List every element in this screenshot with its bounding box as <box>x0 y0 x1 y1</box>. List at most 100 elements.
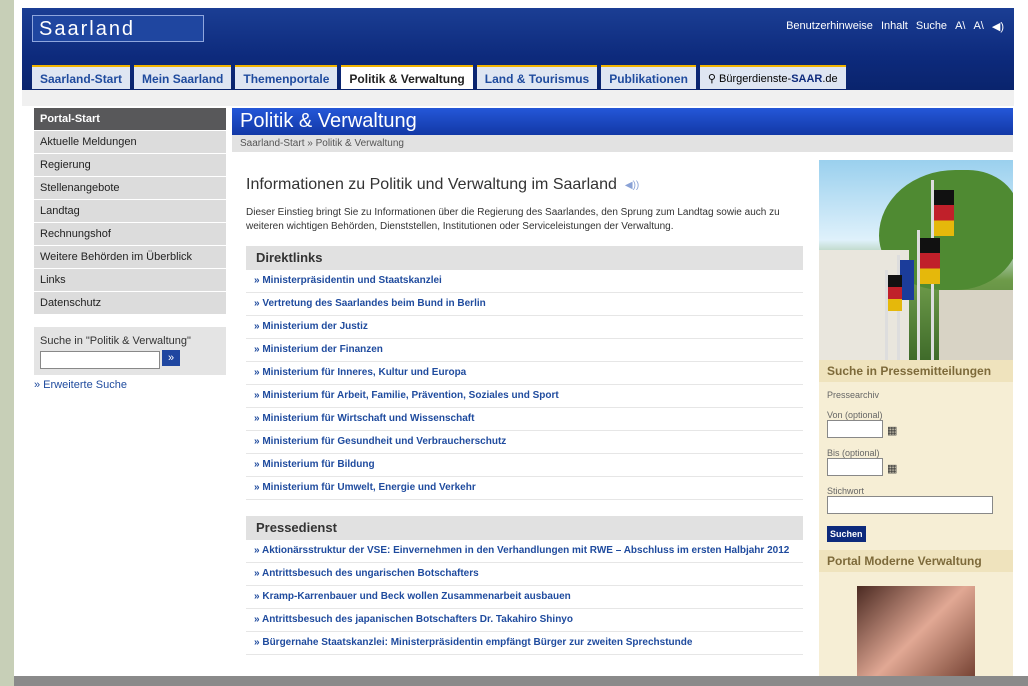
list-item[interactable]: » Ministerium für Inneres, Kultur und Eu… <box>246 362 803 385</box>
service-suffix: .de <box>822 73 838 85</box>
direktlinks-list: » Ministerpräsidentin und Staatskanzlei … <box>246 270 803 500</box>
portal-moderne-verwaltung-heading[interactable]: Portal Moderne Verwaltung <box>819 550 1013 572</box>
flag-germany <box>920 238 940 284</box>
sidebar-item-weitere-behoerden[interactable]: Weitere Behörden im Überblick <box>34 246 226 269</box>
flag-eu <box>900 260 914 300</box>
tab-publikationen[interactable]: Publikationen <box>601 65 696 89</box>
press-search-heading: Suche in Pressemitteilungen <box>819 360 1013 382</box>
photo-building-right <box>939 290 1013 360</box>
direktlinks-heading: Direktlinks <box>246 246 803 270</box>
link-arrow-icon: » <box>254 545 262 556</box>
list-item[interactable]: » Ministerium für Gesundheit und Verbrau… <box>246 431 803 454</box>
main-area: Politik & Verwaltung Saarland-Start » Po… <box>232 108 1013 686</box>
tab-land-tourismus[interactable]: Land & Tourismus <box>476 65 598 89</box>
tab-saarland-start[interactable]: Saarland-Start <box>32 65 131 89</box>
calendar-icon[interactable]: ▦ <box>887 424 897 437</box>
util-benutzerhinweise[interactable]: Benutzerhinweise <box>786 20 873 33</box>
press-archive-label: Pressearchiv <box>827 390 880 400</box>
sidebar-search-label: Suche in "Politik & Verwaltung" <box>40 335 191 347</box>
left-sidebar: Portal-Start Aktuelle Meldungen Regierun… <box>34 108 226 391</box>
from-label: Von (optional) <box>827 410 883 420</box>
link-text: Kramp-Karrenbauer und Beck wollen Zusamm… <box>262 591 571 602</box>
site-logo[interactable]: Saarland <box>32 15 204 42</box>
to-date-input[interactable] <box>827 458 883 476</box>
list-item[interactable]: » Ministerium für Wirtschaft und Wissens… <box>246 408 803 431</box>
list-item[interactable]: » Ministerium der Finanzen <box>246 339 803 362</box>
link-arrow-icon: » <box>254 614 262 625</box>
main-tabs: Saarland-Start Mein Saarland Themenporta… <box>32 65 846 89</box>
tab-politik-verwaltung[interactable]: Politik & Verwaltung <box>341 65 473 89</box>
list-item[interactable]: » Ministerpräsidentin und Staatskanzlei <box>246 270 803 293</box>
calendar-icon[interactable]: ▦ <box>887 462 897 475</box>
keyword-label: Stichwort <box>827 486 865 496</box>
content-heading-text: Informationen zu Politik und Verwaltung … <box>246 176 617 193</box>
press-search-form: Pressearchiv Von (optional) ▦ Bis (optio… <box>819 382 1013 550</box>
list-item[interactable]: » Kramp-Karrenbauer und Beck wollen Zusa… <box>246 586 803 609</box>
sidebar-search: Suche in "Politik & Verwaltung" » <box>34 327 226 375</box>
tab-themenportale[interactable]: Themenportale <box>235 65 338 89</box>
breadcrumb[interactable]: Saarland-Start » Politik & Verwaltung <box>232 135 1013 152</box>
sidebar-item-stellenangebote[interactable]: Stellenangebote <box>34 177 226 200</box>
from-date-input[interactable] <box>827 420 883 438</box>
sidebar-item-portal-start[interactable]: Portal-Start <box>34 108 226 131</box>
list-item[interactable]: » Antrittsbesuch des ungarischen Botscha… <box>246 563 803 586</box>
keyword-input[interactable] <box>827 496 993 514</box>
tab-buergerdienste[interactable]: ⚲ Bürgerdienste-SAAR.de <box>699 65 846 89</box>
link-text: Ministerium der Finanzen <box>262 344 383 355</box>
util-suche[interactable]: Suche <box>916 20 947 33</box>
flag-germany <box>934 190 954 236</box>
link-text: Ministerium für Bildung <box>262 459 375 470</box>
advanced-search-link[interactable]: » Erweiterte Suche <box>34 379 226 391</box>
sidebar-search-button[interactable]: » <box>162 350 180 366</box>
to-field: Bis (optional) ▦ <box>827 448 1005 476</box>
utility-links: Benutzerhinweise Inhalt Suche A\ A\ ◀) <box>786 20 1004 33</box>
link-text: Aktionärsstruktur der VSE: Einvernehmen … <box>261 545 790 556</box>
speaker-icon[interactable]: ◀) <box>992 20 1004 33</box>
sidebar-item-datenschutz[interactable]: Datenschutz <box>34 292 226 315</box>
content-column: Informationen zu Politik und Verwaltung … <box>232 160 817 665</box>
content-heading: Informationen zu Politik und Verwaltung … <box>246 176 803 194</box>
list-item[interactable]: » Antrittsbesuch des japanischen Botscha… <box>246 609 803 632</box>
sidebar-search-input[interactable] <box>40 351 160 369</box>
sidebar-item-regierung[interactable]: Regierung <box>34 154 226 177</box>
pressedienst-heading: Pressedienst <box>246 516 803 540</box>
link-text: Ministerpräsidentin und Staatskanzlei <box>262 275 442 286</box>
list-item[interactable]: » Ministerium für Bildung <box>246 454 803 477</box>
link-text: Ministerium für Inneres, Kultur und Euro… <box>262 367 467 378</box>
font-larger-icon[interactable]: A\ <box>973 20 983 33</box>
page-title: Politik & Verwaltung <box>232 108 1013 135</box>
list-item[interactable]: » Vertretung des Saarlandes beim Bund in… <box>246 293 803 316</box>
util-inhalt[interactable]: Inhalt <box>881 20 908 33</box>
read-aloud-icon[interactable]: ◀)) <box>625 180 639 191</box>
sidebar-item-aktuelle-meldungen[interactable]: Aktuelle Meldungen <box>34 131 226 154</box>
portal-moderne-verwaltung-image[interactable] <box>857 586 975 686</box>
sidebar-item-links[interactable]: Links <box>34 269 226 292</box>
link-text: Ministerium für Wirtschaft und Wissensch… <box>262 413 475 424</box>
intro-text: Dieser Einstieg bringt Sie zu Informatio… <box>246 207 780 232</box>
press-search-submit-button[interactable]: Suchen <box>827 526 866 542</box>
list-item[interactable]: » Ministerium der Justiz <box>246 316 803 339</box>
flags-photo <box>819 160 1013 360</box>
from-field: Von (optional) ▦ <box>827 410 1005 438</box>
list-item[interactable]: » Aktionärsstruktur der VSE: Einvernehme… <box>246 540 803 563</box>
subheader-strip <box>22 90 1014 106</box>
right-column: Suche in Pressemitteilungen Pressearchiv… <box>819 160 1013 686</box>
list-item[interactable]: » Ministerium für Arbeit, Familie, Präve… <box>246 385 803 408</box>
list-item[interactable]: » Bürgernahe Staatskanzlei: Ministerpräs… <box>246 632 803 655</box>
sidebar-item-rechnungshof[interactable]: Rechnungshof <box>34 223 226 246</box>
pressedienst-list: » Aktionärsstruktur der VSE: Einvernehme… <box>246 540 803 655</box>
link-text: Antrittsbesuch des ungarischen Botschaft… <box>261 568 479 579</box>
font-smaller-icon[interactable]: A\ <box>955 20 965 33</box>
buergerdienste-icon: ⚲ <box>707 73 720 85</box>
site-header: Saarland Benutzerhinweise Inhalt Suche A… <box>22 8 1014 90</box>
tab-mein-saarland[interactable]: Mein Saarland <box>134 65 232 89</box>
sidebar-item-landtag[interactable]: Landtag <box>34 200 226 223</box>
bottom-scroll-strip <box>14 676 1028 686</box>
link-arrow-icon: » <box>254 568 262 579</box>
link-text: Ministerium für Gesundheit und Verbrauch… <box>262 436 507 447</box>
link-text: Ministerium für Arbeit, Familie, Prävent… <box>262 390 559 401</box>
page-frame: Saarland Benutzerhinweise Inhalt Suche A… <box>14 0 1028 686</box>
link-text: Vertretung des Saarlandes beim Bund in B… <box>262 298 486 309</box>
link-text: Ministerium für Umwelt, Energie und Verk… <box>262 482 476 493</box>
list-item[interactable]: » Ministerium für Umwelt, Energie und Ve… <box>246 477 803 500</box>
